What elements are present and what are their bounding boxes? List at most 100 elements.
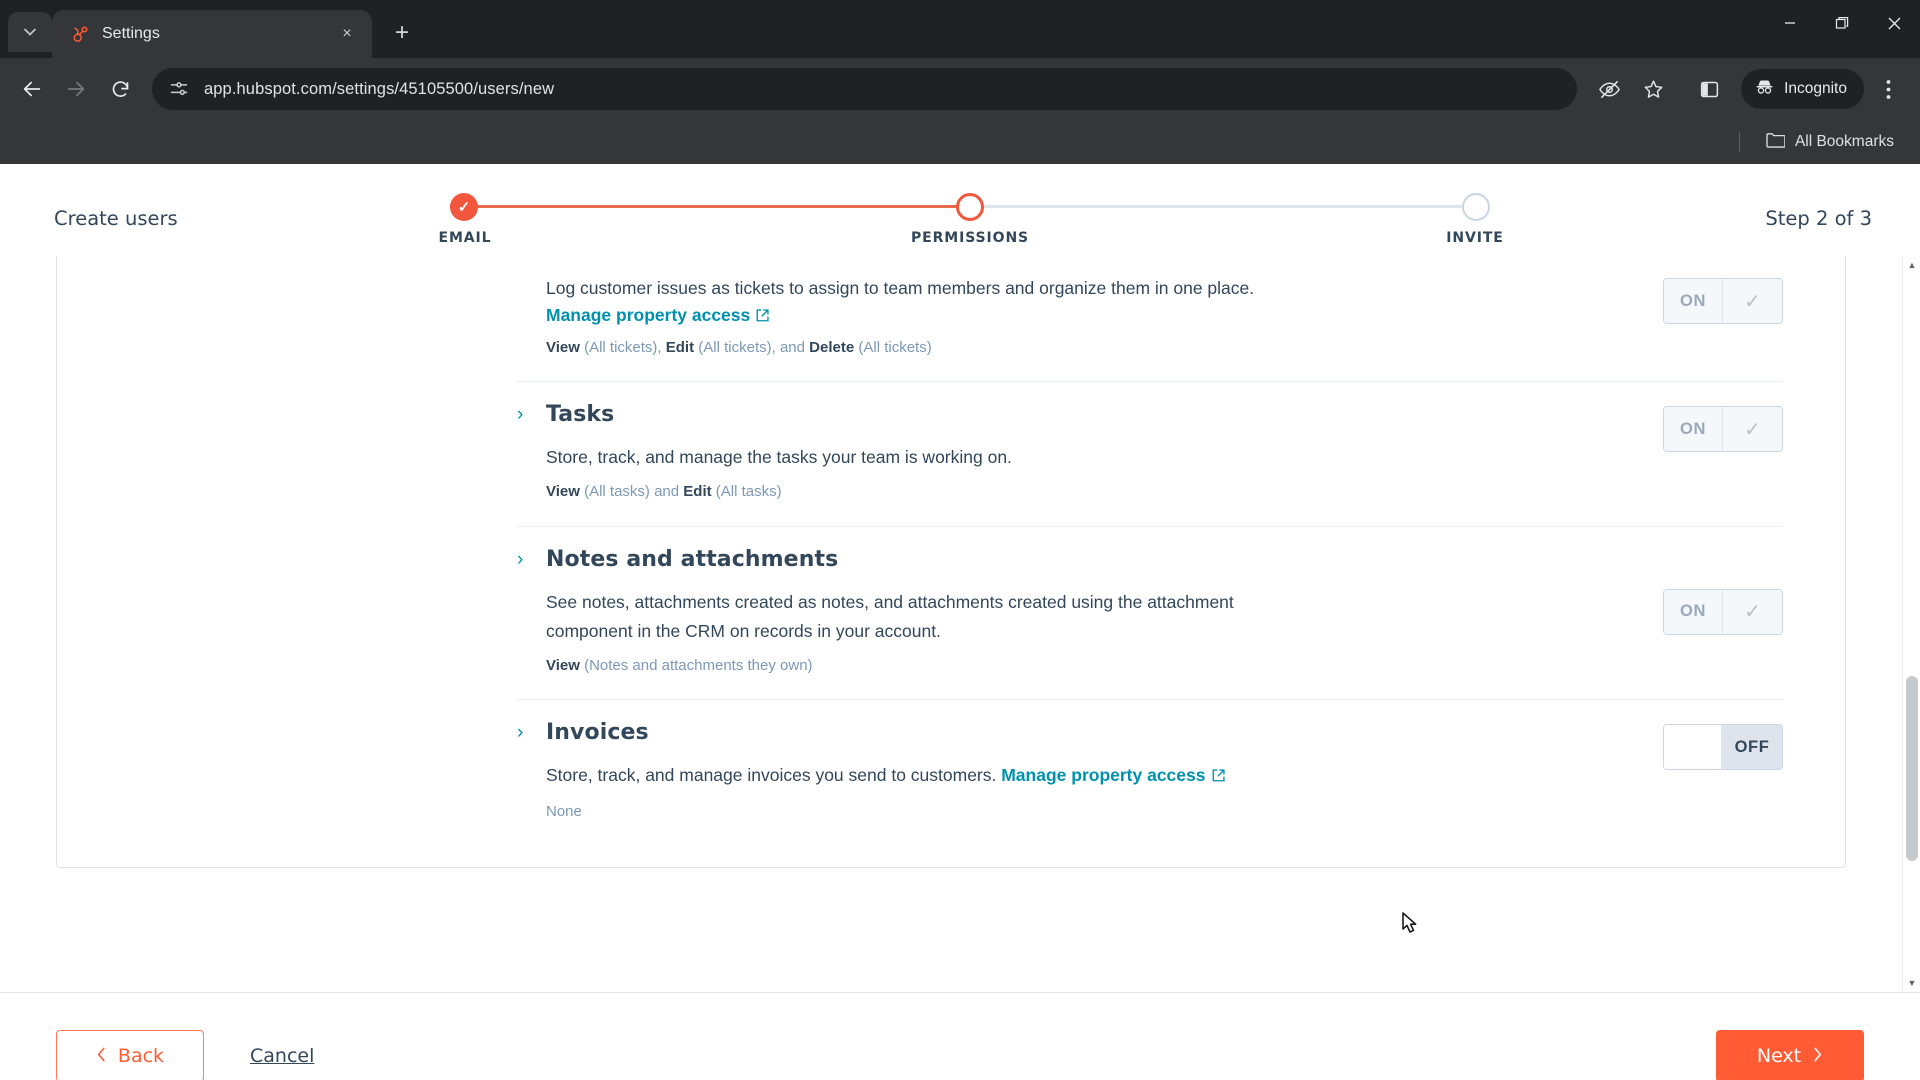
star-icon[interactable] <box>1633 69 1673 109</box>
close-window-button[interactable] <box>1868 0 1920 46</box>
permission-header[interactable]: › Tasks <box>517 402 1593 427</box>
wizard-footer: Back Cancel Next <box>0 992 1920 1080</box>
summary-text: (All tickets), <box>579 338 666 356</box>
folder-icon <box>1766 131 1786 153</box>
permission-description: See notes, attachments created as notes,… <box>546 591 1234 641</box>
table-row: Log customer issues as tickets to assign… <box>517 256 1783 381</box>
eye-off-icon[interactable] <box>1589 69 1629 109</box>
permission-summary: View (All tickets), Edit (All tickets), … <box>546 337 1593 360</box>
chevron-right-icon[interactable]: › <box>517 723 529 742</box>
summary-edit-label: Edit <box>665 338 695 356</box>
minimize-button[interactable] <box>1764 0 1816 46</box>
permission-toggle[interactable]: ON ✓ <box>1663 278 1783 324</box>
browser-tab[interactable]: Settings × <box>52 10 372 58</box>
toggle-column: ON ✓ <box>1593 382 1783 525</box>
summary-text: None <box>546 802 582 820</box>
all-bookmarks-button[interactable]: All Bookmarks <box>1758 126 1902 158</box>
maximize-button[interactable] <box>1816 0 1868 46</box>
address-bar[interactable]: app.hubspot.com/settings/45105500/users/… <box>152 68 1578 110</box>
next-button-label: Next <box>1756 1044 1802 1067</box>
window-controls <box>1764 0 1920 46</box>
kebab-menu-icon[interactable] <box>1868 69 1908 109</box>
permission-description: Store, track, and manage the tasks your … <box>546 447 1012 468</box>
forward-button[interactable] <box>56 69 96 109</box>
side-panel-icon[interactable] <box>1689 69 1729 109</box>
browser-window: Settings × + app.hubspot.com/settings/45… <box>0 0 1920 164</box>
step-node-permissions[interactable] <box>956 193 984 221</box>
close-icon <box>1888 17 1900 29</box>
bookmarks-bar: All Bookmarks <box>0 120 1920 164</box>
permission-toggle[interactable]: ON ✓ <box>1663 588 1783 635</box>
tab-search-button[interactable] <box>8 12 52 52</box>
stepper-nodes: ✓ <box>450 192 1490 222</box>
next-button[interactable]: Next <box>1716 1029 1864 1080</box>
stepper-labels: EMAIL PERMISSIONS INVITE <box>370 230 1570 246</box>
table-row: › Invoices Store, track, and manage invo… <box>517 699 1783 845</box>
permission-summary: View (Notes and attachments they own) <box>546 655 1593 678</box>
reload-icon <box>112 80 128 97</box>
permission-header[interactable]: › Invoices <box>517 720 1593 745</box>
back-button-label: Back <box>117 1044 165 1067</box>
wizard-header: Create users ✓ EMAIL PERMISSIONS INVITE … <box>0 164 1920 256</box>
external-link-icon <box>1211 763 1226 792</box>
vertical-scrollbar[interactable]: ▲ ▼ <box>1902 256 1920 992</box>
page-settings-icon[interactable] <box>168 78 190 100</box>
tab-title: Settings <box>102 25 160 42</box>
restore-icon <box>1835 16 1848 29</box>
minimize-icon <box>1785 22 1795 24</box>
summary-view-label: View <box>546 338 580 356</box>
permissions-card: Log customer issues as tickets to assign… <box>56 256 1846 868</box>
step-label-permissions: PERMISSIONS <box>910 230 1030 246</box>
summary-edit-label: Edit <box>683 483 712 501</box>
scroll-region: Log customer issues as tickets to assign… <box>0 256 1920 992</box>
chevron-right-icon[interactable]: › <box>517 405 529 424</box>
incognito-profile-button[interactable]: Incognito <box>1741 69 1864 109</box>
permission-details: › Tasks Store, track, and manage the tas… <box>517 382 1593 525</box>
permission-header[interactable]: › Notes and attachments <box>517 547 1593 572</box>
permission-title: Notes and attachments <box>546 546 839 572</box>
toggle-column: OFF <box>1593 700 1783 845</box>
permission-details: › Notes and attachments See notes, attac… <box>517 527 1593 699</box>
permission-summary: None <box>546 801 1593 824</box>
manage-property-access-link[interactable]: Manage property access <box>1001 765 1205 785</box>
toggle-knob <box>1664 725 1722 769</box>
toggle-state-label: ON <box>1664 589 1722 634</box>
back-button[interactable] <box>12 69 52 109</box>
scroll-up-button[interactable]: ▲ <box>1903 256 1920 274</box>
permission-toggle[interactable]: ON ✓ <box>1663 406 1783 453</box>
step-label-email: EMAIL <box>438 230 492 246</box>
manage-property-access-link[interactable]: Manage property access <box>546 305 750 325</box>
permission-description-text: Store, track, and manage invoices you se… <box>546 765 1002 785</box>
permission-summary: View (All tasks) and Edit (All tasks) <box>546 481 1593 504</box>
check-icon: ✓ <box>1722 589 1782 634</box>
scrollbar-thumb[interactable] <box>1906 676 1918 861</box>
summary-text: (All tasks) and <box>579 483 684 501</box>
toggle-column: ON ✓ <box>1593 527 1783 699</box>
scroll-down-button[interactable]: ▼ <box>1903 974 1920 992</box>
permission-details: Log customer issues as tickets to assign… <box>517 256 1593 381</box>
external-link-icon <box>755 308 770 328</box>
close-icon[interactable]: × <box>334 21 360 47</box>
arrow-left-icon <box>23 81 41 97</box>
reload-button[interactable] <box>100 69 140 109</box>
permissions-panel: Log customer issues as tickets to assign… <box>0 256 1902 992</box>
cancel-link[interactable]: Cancel <box>250 1045 314 1067</box>
step-node-email[interactable]: ✓ <box>450 193 478 221</box>
mouse-cursor <box>1396 911 1422 941</box>
chevron-right-icon <box>1812 1045 1823 1067</box>
summary-text: (All tickets), and <box>694 338 810 356</box>
check-icon: ✓ <box>1722 407 1782 452</box>
check-icon: ✓ <box>1722 279 1782 323</box>
summary-text: (Notes and attachments they own) <box>579 656 813 674</box>
check-icon: ✓ <box>457 198 471 216</box>
new-tab-button[interactable]: + <box>382 13 422 53</box>
page-title: Create users <box>54 207 178 230</box>
step-node-invite[interactable] <box>1462 193 1490 221</box>
chevron-down-icon <box>24 28 36 36</box>
incognito-label: Incognito <box>1784 80 1847 97</box>
permission-toggle[interactable]: OFF <box>1663 724 1783 770</box>
tab-strip: Settings × + <box>0 0 1920 58</box>
back-button[interactable]: Back <box>56 1029 204 1080</box>
arrow-right-icon <box>67 81 85 97</box>
chevron-right-icon[interactable]: › <box>517 550 529 569</box>
